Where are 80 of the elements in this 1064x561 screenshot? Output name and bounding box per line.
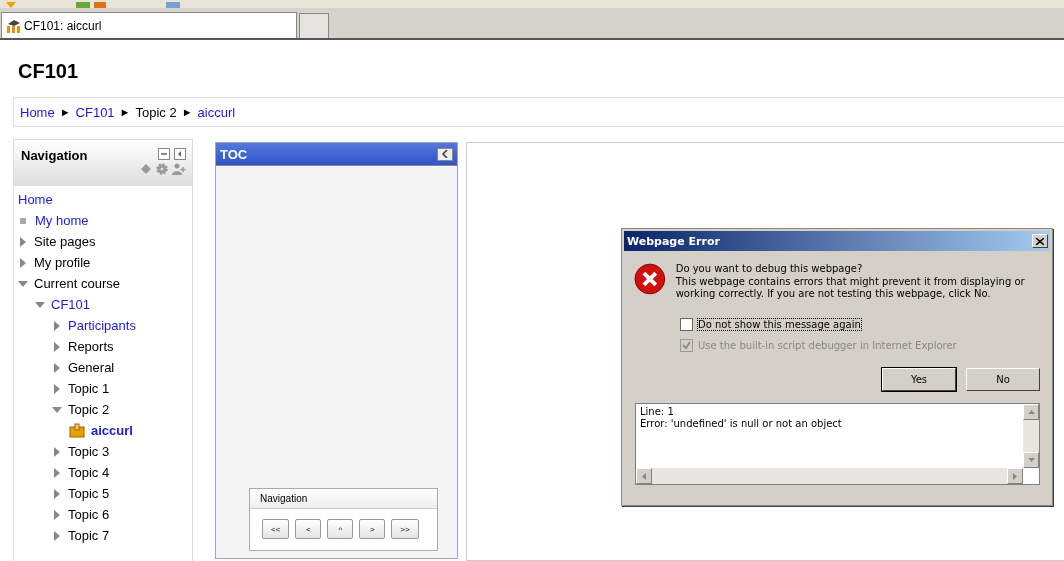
checkbox-label[interactable]: Do not show this message again (698, 319, 861, 330)
collapsed-arrow-icon[interactable] (52, 467, 62, 478)
down-arrow-icon[interactable] (1027, 458, 1035, 462)
collapse-button[interactable] (437, 147, 453, 161)
collapsed-arrow-icon[interactable] (52, 488, 62, 499)
move-icon[interactable] (140, 163, 152, 175)
collapsed-arrow-icon[interactable] (52, 530, 62, 541)
breadcrumb-link[interactable]: CF101 (75, 104, 115, 120)
scroll-down-button[interactable] (1023, 452, 1039, 468)
dialog-question: Do you want to debug this webpage? (675, 263, 864, 275)
breadcrumb-separator: ► (181, 106, 193, 118)
up-arrow-icon[interactable] (1027, 410, 1035, 414)
close-icon[interactable] (1036, 237, 1044, 245)
nav-link[interactable]: My home (35, 213, 89, 228)
breadcrumb-separator: ► (59, 106, 71, 118)
nav-link[interactable]: CF101 (51, 297, 91, 312)
new-tab-button[interactable] (299, 13, 329, 38)
error-detail-line: Line: 1 (640, 406, 674, 418)
scroll-right-button[interactable] (1007, 468, 1023, 484)
collapsed-arrow-icon[interactable] (18, 257, 28, 268)
nav-item[interactable]: Current course (34, 276, 120, 291)
breadcrumb-separator: ► (119, 106, 131, 118)
breadcrumb-link[interactable]: aiccurl (197, 104, 236, 120)
nav-item[interactable]: Topic 5 (68, 486, 110, 501)
nav-button[interactable]: << (262, 519, 290, 539)
dialog-button[interactable]: Yes (882, 368, 956, 391)
breadcrumb-link[interactable]: Home (20, 104, 55, 120)
collapsed-arrow-icon[interactable] (52, 341, 62, 352)
breadcrumb-item: Topic 2 (135, 104, 177, 120)
checkbox[interactable] (680, 318, 693, 331)
scroll-left-button[interactable] (636, 468, 652, 484)
panel-title: TOC (220, 146, 248, 162)
nav-button[interactable]: > (359, 519, 386, 539)
nav-button[interactable]: >> (391, 519, 419, 539)
nav-item[interactable]: Topic 1 (68, 381, 110, 396)
nav-link[interactable]: aiccurl (91, 423, 133, 438)
page-heading: CF101 (17, 59, 80, 84)
nav-link[interactable]: Home (18, 192, 53, 207)
collapsed-arrow-icon[interactable] (52, 446, 62, 457)
right-arrow-icon[interactable] (1013, 472, 1017, 480)
collapsed-arrow-icon[interactable] (18, 236, 28, 247)
dock-icon[interactable] (174, 148, 186, 160)
nav-item[interactable]: My profile (34, 255, 91, 270)
block-title: Navigation (21, 148, 88, 165)
nav-item[interactable]: Topic 7 (68, 528, 110, 543)
minimize-icon[interactable] (158, 148, 170, 160)
close-button[interactable] (1032, 234, 1048, 248)
dialog-message: This webpage contains errors that might prevent it from displaying or working correctly. If you are not testing this webpage, click No. (675, 276, 1026, 300)
moodle-logo-icon (6, 18, 22, 33)
collapsed-arrow-icon[interactable] (52, 383, 62, 394)
error-icon (634, 263, 666, 295)
nav-item[interactable]: Topic 2 (68, 402, 110, 417)
nav-item[interactable]: Topic 4 (68, 465, 110, 480)
nav-item[interactable]: Topic 6 (68, 507, 110, 522)
expanded-arrow-icon[interactable] (35, 299, 45, 310)
left-arrow-icon[interactable] (642, 472, 646, 480)
collapsed-arrow-icon[interactable] (52, 509, 62, 520)
bookmark-icon[interactable] (76, 2, 106, 8)
assign-roles-icon[interactable] (172, 163, 186, 175)
collapsed-arrow-icon[interactable] (52, 320, 62, 331)
panel-title: Navigation (260, 493, 308, 504)
dialog-title: Webpage Error (627, 234, 720, 248)
bullet-icon (20, 217, 26, 224)
error-detail-line: Error: 'undefined' is null or not an object (640, 418, 842, 430)
expanded-arrow-icon[interactable] (18, 278, 28, 289)
nav-button[interactable]: < (295, 519, 322, 539)
nav-button[interactable]: ^ (327, 519, 354, 539)
package-icon (69, 423, 85, 438)
nav-item[interactable]: General (68, 360, 115, 375)
browser-tab[interactable]: CF101: aiccurl (1, 12, 297, 38)
dialog-button[interactable]: No (966, 368, 1040, 391)
nav-link[interactable]: Participants (68, 318, 136, 333)
nav-item[interactable]: Site pages (34, 234, 96, 249)
collapsed-arrow-icon[interactable] (52, 362, 62, 373)
scroll-up-button[interactable] (1023, 404, 1039, 420)
settings-icon[interactable] (156, 163, 168, 175)
nav-item[interactable]: Reports (68, 339, 114, 354)
expanded-arrow-icon[interactable] (52, 404, 62, 415)
chevron-left-icon[interactable] (442, 150, 448, 158)
nav-item[interactable]: Topic 3 (68, 444, 110, 459)
